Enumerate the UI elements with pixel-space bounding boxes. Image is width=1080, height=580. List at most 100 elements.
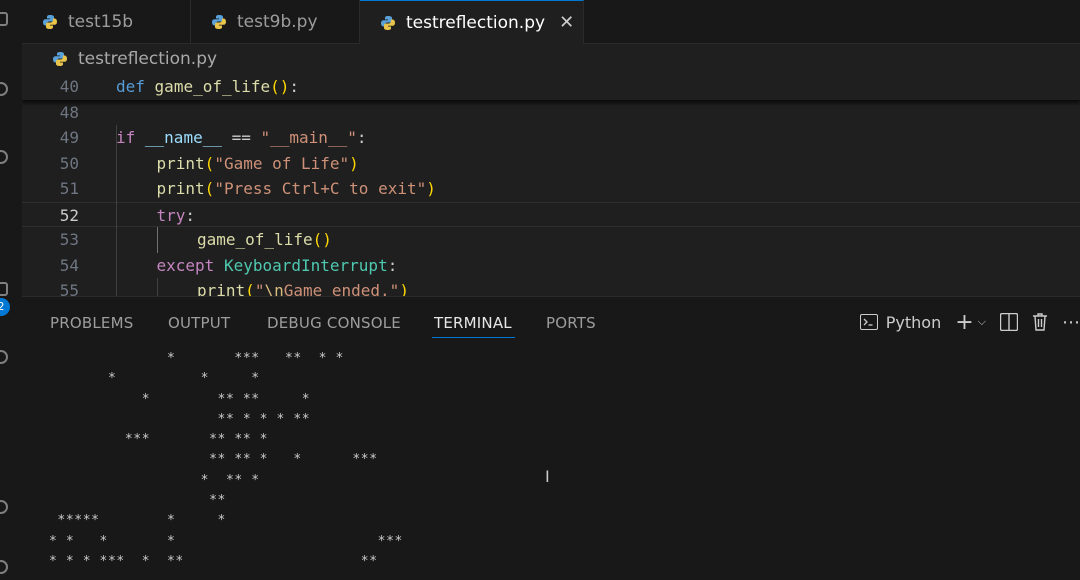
bottom-panel: PROBLEMS OUTPUT DEBUG CONSOLE TERMINAL P… <box>22 296 1080 580</box>
code-token: if <box>116 128 136 147</box>
code-line[interactable]: 50 print("Game of Life") <box>22 151 1080 177</box>
tab-terminal[interactable]: TERMINAL <box>434 314 512 332</box>
terminal-line: ** * * * ** <box>49 411 311 427</box>
code-token: " <box>254 281 265 296</box>
code-token: : <box>289 77 300 96</box>
line-number: 51 <box>59 179 79 198</box>
line-number: 50 <box>59 153 79 173</box>
code-line[interactable]: 54 except KeyboardInterrupt: <box>22 253 1080 279</box>
terminal-icon <box>859 314 878 330</box>
code-text: print("Game of Life") <box>157 151 359 177</box>
indent-guide <box>156 227 158 253</box>
code-token: "Press Ctrl+C to exit" <box>214 179 427 198</box>
code-token: ) <box>426 179 436 198</box>
terminal-line: * ** * <box>49 472 260 488</box>
editor-tab-bar: test15b test9b.py testreflection.py ✕ <box>22 0 1080 44</box>
remote-icon[interactable] <box>0 350 8 364</box>
code-token: ( <box>245 281 255 296</box>
code-token: game_of_life <box>197 230 313 249</box>
mouse-cursor-ibeam-icon: I <box>545 467 550 486</box>
terminal-line: * * * <box>49 371 260 387</box>
code-token: print <box>197 281 246 296</box>
terminal-line: * *** ** * * <box>49 351 344 366</box>
tab-output[interactable]: OUTPUT <box>168 314 230 332</box>
line-number: 53 <box>59 230 79 249</box>
code-token: () <box>270 77 290 96</box>
terminal-line: *** ** ** * <box>49 432 269 448</box>
code-token: "Game of Life" <box>214 153 350 173</box>
tab-label: test15b <box>68 11 134 32</box>
code-token: print <box>156 153 205 173</box>
code-token: \n <box>264 281 284 296</box>
python-icon <box>43 14 57 29</box>
sticky-scroll-line[interactable]: 40 def game_of_life(): <box>22 74 1080 100</box>
code-text: except KeyboardInterrupt: <box>157 253 398 279</box>
settings-gear-icon[interactable] <box>0 560 8 574</box>
code-token: () <box>312 230 332 249</box>
breadcrumb[interactable]: testreflection.py <box>22 44 1080 74</box>
terminal-output[interactable]: * *** ** * * * * * * ** ** * ** * * * **… <box>22 349 1080 580</box>
terminal-profile-button[interactable]: Python <box>859 312 942 332</box>
code-token: try <box>156 205 186 225</box>
line-number: 52 <box>59 205 79 225</box>
close-icon[interactable]: ✕ <box>559 12 574 33</box>
code-token: ) <box>349 153 359 173</box>
code-token: : <box>356 128 367 147</box>
active-tab-indicator <box>432 337 515 338</box>
chevron-down-icon[interactable]: ⌵ <box>978 315 986 329</box>
terminal-line: ** <box>49 493 226 509</box>
tab-ports[interactable]: PORTS <box>546 314 596 332</box>
code-line[interactable]: 53 game_of_life() <box>22 227 1080 253</box>
tab-problems[interactable]: PROBLEMS <box>50 314 133 332</box>
run-debug-icon[interactable] <box>0 220 8 234</box>
tab-debug-console[interactable]: DEBUG CONSOLE <box>267 314 401 332</box>
split-terminal-icon[interactable] <box>1000 313 1018 331</box>
python-icon <box>212 14 226 29</box>
python-icon <box>381 15 395 30</box>
code-line[interactable]: 48 <box>22 100 1080 126</box>
search-icon[interactable] <box>0 82 8 96</box>
code-line[interactable]: 49 if __name__ == "__main__": <box>22 125 1080 151</box>
code-line[interactable]: 51 print("Press Ctrl+C to exit") <box>22 176 1080 202</box>
code-editor[interactable]: 40 def game_of_life(): 48 49 if __name__ == … <box>22 74 1080 296</box>
terminal-line: ***** * * <box>49 513 226 529</box>
more-actions-icon[interactable]: ⋯ <box>1062 312 1080 333</box>
code-token: == <box>221 128 261 147</box>
code-token: def <box>116 77 145 96</box>
code-token: ( <box>204 179 215 198</box>
code-token: print <box>156 179 205 198</box>
python-icon <box>53 52 67 66</box>
line-number: 55 <box>59 281 79 296</box>
code-token: __name__ <box>144 128 222 147</box>
code-token: game_of_life <box>154 77 271 96</box>
new-terminal-plus-icon[interactable]: + <box>955 310 973 335</box>
panel-actions: Python + ⌵ ⋯ <box>859 309 1080 335</box>
code-token: ( <box>204 153 215 173</box>
code-text: print("\nGame ended.") <box>197 278 409 296</box>
source-control-icon[interactable] <box>0 150 8 164</box>
tab-testreflection[interactable]: testreflection.py ✕ <box>360 0 584 44</box>
line-number: 49 <box>59 128 79 147</box>
code-token: ) <box>399 281 409 296</box>
code-token: except <box>156 255 215 275</box>
line-number: 48 <box>59 102 79 122</box>
terminal-profile-label: Python <box>885 312 942 332</box>
indent-guide <box>116 125 117 296</box>
tab-test15b[interactable]: test15b <box>22 0 191 43</box>
extensions-icon[interactable] <box>0 282 8 296</box>
tab-test9b[interactable]: test9b.py <box>191 0 360 43</box>
line-number: 54 <box>59 255 79 275</box>
code-token: Game ended." <box>283 281 400 296</box>
code-text: def game_of_life(): <box>116 74 299 100</box>
terminal-line: * * * * *** <box>49 533 403 549</box>
code-line[interactable]: 55 print("\nGame ended.") <box>22 278 1080 296</box>
code-line[interactable]: 52 try: <box>22 201 1080 227</box>
accounts-icon[interactable] <box>0 500 8 514</box>
explorer-icon[interactable] <box>0 12 8 26</box>
breadcrumb-file: testreflection.py <box>78 49 218 69</box>
trash-icon[interactable] <box>1032 313 1048 331</box>
tab-label: test9b.py <box>237 11 318 32</box>
